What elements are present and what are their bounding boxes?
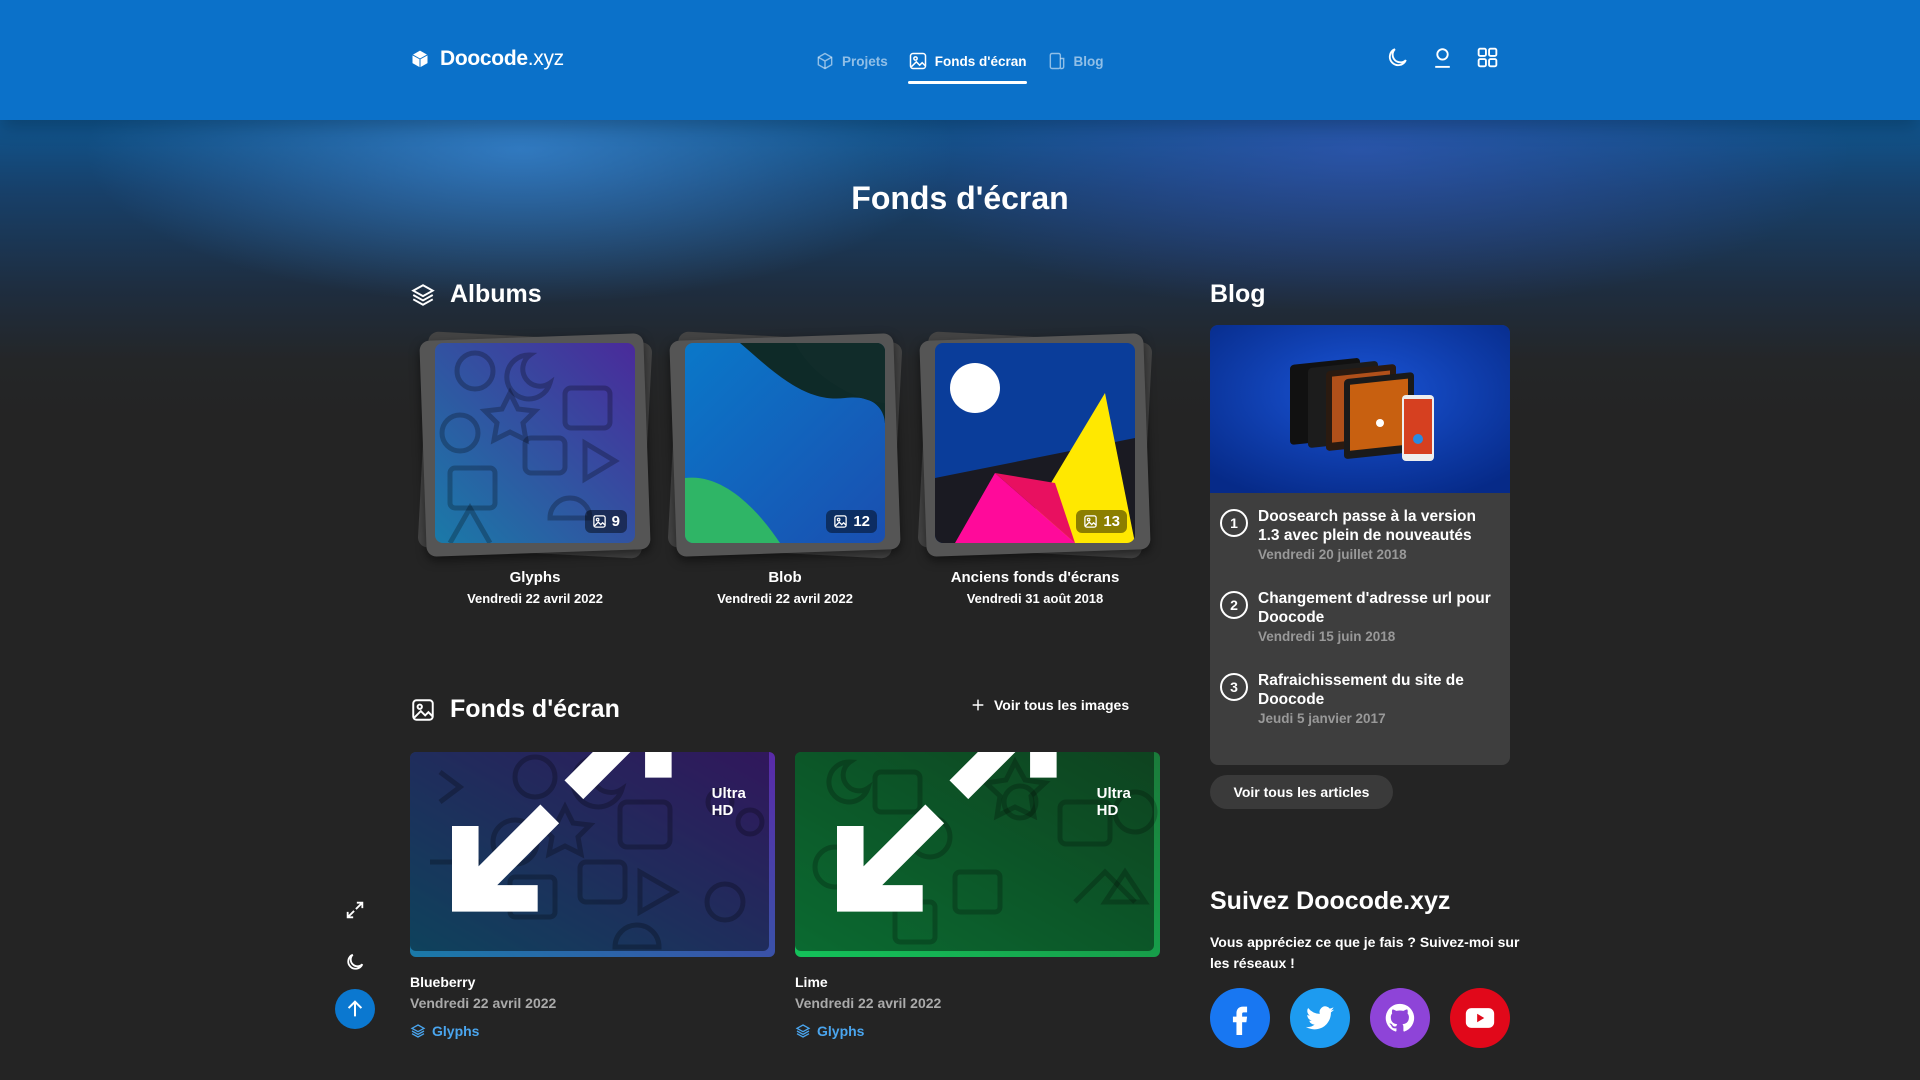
wallpaper-date: Vendredi 22 avril 2022	[795, 995, 942, 1011]
wallpaper-thumbnail[interactable]: Ultra HD	[410, 752, 775, 957]
article-title: Changement d'adresse url pour Doocode	[1258, 590, 1491, 626]
moon-icon	[347, 953, 364, 970]
wallpaper-date: Vendredi 22 avril 2022	[410, 995, 557, 1011]
social-links	[1210, 988, 1510, 1048]
youtube-icon	[1465, 1008, 1495, 1028]
wallpaper-name: Blueberry	[410, 974, 476, 990]
blog-article-1[interactable]: 1 Doosearch passe à la version 1.3 avec …	[1220, 507, 1500, 562]
article-date: Vendredi 15 juin 2018	[1258, 629, 1396, 644]
album-name: Glyphs	[509, 569, 561, 586]
follow-heading: Suivez Doocode.xyz	[1210, 887, 1451, 915]
image-icon	[592, 515, 606, 528]
blog-card: 1 Doosearch passe à la version 1.3 avec …	[1210, 325, 1510, 765]
nav-blog[interactable]: Blog	[1047, 48, 1104, 74]
album-date: Vendredi 31 août 2018	[966, 591, 1104, 606]
expand-icon	[836, 752, 1057, 913]
layers-icon	[410, 1024, 426, 1038]
user-icon[interactable]	[1430, 45, 1455, 70]
article-number: 2	[1220, 591, 1248, 619]
fullscreen-icon	[346, 901, 364, 919]
cube-logo-icon	[412, 50, 428, 68]
image-count-badge: 13	[1076, 510, 1127, 533]
top-navbar: Doocode.xyz Projets Fonds d'écran Blog	[0, 0, 1920, 120]
box-icon	[817, 52, 833, 70]
scroll-top-button[interactable]	[335, 989, 375, 1029]
blog-heading: Blog	[1210, 280, 1266, 308]
page-title: Fonds d'écran	[851, 180, 1069, 216]
ultra-hd-badge: Ultra HD	[410, 752, 769, 951]
image-icon	[834, 515, 848, 528]
article-title: Rafraichissement du site de Doocode	[1258, 672, 1464, 708]
article-date: Vendredi 20 juillet 2018	[1258, 547, 1407, 562]
arrow-up-icon	[347, 1000, 363, 1017]
image-icon	[1084, 515, 1098, 528]
facebook-link[interactable]	[1210, 988, 1270, 1048]
wallpaper-name: Lime	[795, 974, 828, 990]
main-nav: Projets Fonds d'écran Blog	[815, 48, 1104, 84]
wallpaper-album-link[interactable]: Glyphs	[795, 1023, 1160, 1039]
album-name: Anciens fonds d'écrans	[950, 569, 1120, 586]
wallpaper-thumbnail[interactable]: Ultra HD	[795, 752, 1160, 957]
blog-article-2[interactable]: 2 Changement d'adresse url pour Doocode V…	[1220, 589, 1500, 644]
album-date: Vendredi 22 avril 2022	[467, 591, 603, 606]
github-icon	[1385, 1003, 1415, 1032]
wallpapers-heading: Fonds d'écran	[410, 695, 620, 724]
album-name: Blob	[768, 569, 802, 586]
expand-icon	[451, 752, 672, 913]
image-icon	[909, 52, 927, 70]
article-date: Jeudi 5 janvier 2017	[1258, 711, 1386, 726]
document-icon	[1049, 52, 1064, 70]
nav-fonds-ecran[interactable]: Fonds d'écran	[907, 48, 1027, 84]
layers-icon	[795, 1024, 811, 1038]
site-logo[interactable]: Doocode.xyz	[410, 47, 564, 71]
nav-projets[interactable]: Projets	[815, 48, 888, 74]
layers-icon	[411, 283, 435, 306]
twitter-icon	[1305, 1006, 1335, 1030]
blog-hero-image[interactable]	[1210, 325, 1510, 493]
apps-grid-icon[interactable]	[1475, 45, 1500, 70]
follow-text: Vous appréciez ce que je fais ? Suivez-m…	[1210, 934, 1520, 971]
article-number: 1	[1220, 509, 1248, 537]
album-card-blob[interactable]: 12 Blob Vendredi 22 avril 2022	[667, 331, 903, 606]
album-date: Vendredi 22 avril 2022	[717, 591, 853, 606]
wallpaper-album-link[interactable]: Glyphs	[410, 1023, 775, 1039]
image-count-badge: 12	[826, 510, 877, 533]
image-icon	[412, 698, 434, 721]
plus-icon	[972, 699, 984, 711]
all-articles-button[interactable]: Voir tous les articles	[1210, 775, 1393, 809]
fullscreen-button[interactable]	[335, 890, 375, 930]
album-card-glyphs[interactable]: 9 Glyphs Vendredi 22 avril 2022	[417, 331, 653, 606]
wallpaper-card-lime[interactable]: Ultra HD Lime Vendredi 22 avril 2022 Gly…	[795, 752, 1160, 1039]
album-card-anciens[interactable]: 13 Anciens fonds d'écrans Vendredi 31 ao…	[917, 331, 1153, 606]
header-actions	[1385, 45, 1500, 70]
facebook-icon	[1232, 1006, 1248, 1035]
article-title: Doosearch passe à la version 1.3 avec pl…	[1258, 508, 1476, 544]
ultra-hd-badge: Ultra HD	[795, 752, 1154, 951]
twitter-link[interactable]	[1290, 988, 1350, 1048]
github-link[interactable]	[1370, 988, 1430, 1048]
blog-article-3[interactable]: 3 Rafraichissement du site de Doocode Jeu…	[1220, 671, 1500, 726]
see-all-images-link[interactable]: Voir tous les images	[970, 697, 1129, 713]
moon-icon[interactable]	[1385, 45, 1410, 70]
article-number: 3	[1220, 673, 1248, 701]
image-count-badge: 9	[584, 510, 627, 533]
logo-text: Doocode.xyz	[440, 47, 564, 70]
wallpaper-card-blueberry[interactable]: Ultra HD Blueberry Vendredi 22 avril 202…	[410, 752, 775, 1039]
youtube-link[interactable]	[1450, 988, 1510, 1048]
dark-mode-button[interactable]	[335, 942, 375, 982]
albums-heading: Albums	[410, 280, 542, 309]
